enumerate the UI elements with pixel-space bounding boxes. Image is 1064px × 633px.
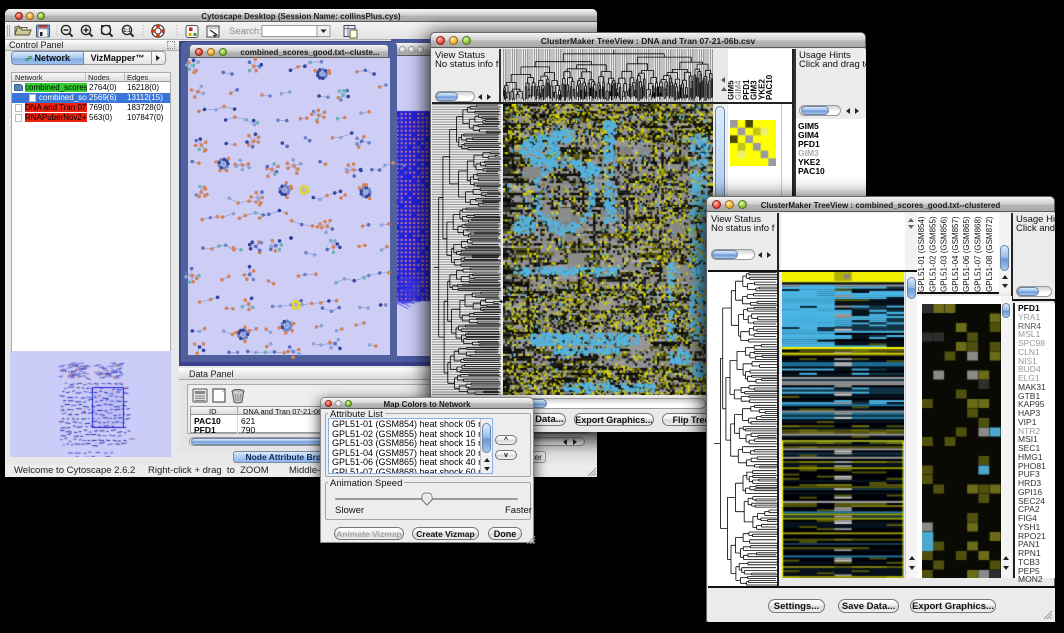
- svg-text:GPL51-03 (GSM856): GPL51-03 (GSM856): [940, 216, 949, 292]
- svg-text:Search:: Search:: [229, 26, 262, 37]
- svg-text:GPL51-02 (GSM855): GPL51-02 (GSM855): [928, 216, 937, 292]
- svg-text:GPL51-08 (GSM872): GPL51-08 (GSM872): [985, 216, 994, 292]
- svg-text:GPL51-07 (GSM868): GPL51-07 (GSM868): [974, 216, 983, 292]
- svg-text:PAC10: PAC10: [765, 74, 774, 100]
- svg-text:GPL51-04 (GSM857): GPL51-04 (GSM857): [951, 216, 960, 292]
- svg-text:GPL51-01 (GSM854): GPL51-01 (GSM854): [917, 216, 926, 292]
- svg-text:GPL51-06 (GSM865): GPL51-06 (GSM865): [962, 216, 971, 292]
- svg-text:1:1: 1:1: [123, 28, 130, 34]
